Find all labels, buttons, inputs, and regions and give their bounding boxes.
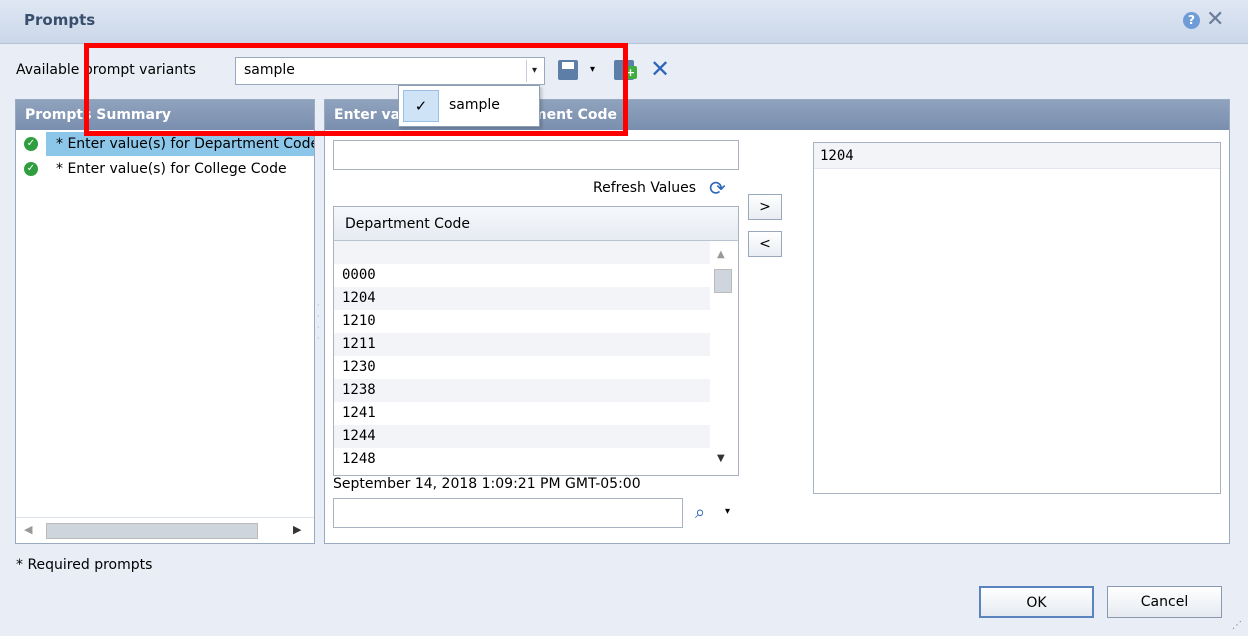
dialog-title: Prompts bbox=[24, 11, 96, 29]
list-item[interactable]: 1244 bbox=[334, 425, 710, 448]
scroll-thumb[interactable] bbox=[46, 523, 258, 539]
summary-item-label: * Enter value(s) for College Code bbox=[56, 161, 287, 177]
prompts-summary-panel: Prompts Summary ✓ * Enter value(s) for D… bbox=[15, 99, 315, 544]
delete-variant-icon[interactable]: ✕ bbox=[650, 55, 670, 83]
list-item[interactable]: 0000 bbox=[334, 264, 710, 287]
highlight-box bbox=[84, 43, 628, 136]
splitter-grip-icon[interactable]: · · · · bbox=[317, 300, 322, 344]
remove-value-button[interactable]: < bbox=[748, 231, 782, 257]
list-item[interactable]: 1241 bbox=[334, 402, 710, 425]
vertical-scrollbar[interactable]: ▲ ▼ bbox=[710, 241, 736, 475]
scroll-right-icon[interactable]: ▶ bbox=[293, 523, 301, 536]
refresh-icon[interactable]: ⟳ bbox=[709, 176, 726, 200]
resize-grip-icon[interactable]: ⋰ bbox=[1232, 620, 1242, 631]
last-refresh-timestamp: September 14, 2018 1:09:21 PM GMT-05:00 bbox=[333, 476, 641, 492]
list-item[interactable]: 1211 bbox=[334, 333, 710, 356]
title-bar bbox=[0, 0, 1248, 44]
value-entry-input[interactable] bbox=[333, 140, 739, 170]
add-value-button[interactable]: > bbox=[748, 194, 782, 220]
help-icon[interactable]: ? bbox=[1183, 12, 1200, 29]
refresh-values-link[interactable]: Refresh Values bbox=[593, 180, 696, 196]
cancel-button[interactable]: Cancel bbox=[1107, 586, 1222, 618]
department-code-list[interactable]: Department Code 0000 1204 1210 1211 1230… bbox=[333, 206, 739, 476]
search-values-input[interactable] bbox=[333, 498, 683, 528]
list-item[interactable] bbox=[334, 241, 710, 264]
scroll-down-icon[interactable]: ▼ bbox=[717, 453, 725, 464]
selected-value-item[interactable]: 1204 bbox=[814, 143, 1220, 169]
check-circle-icon: ✓ bbox=[24, 137, 38, 151]
list-item[interactable]: 1248 bbox=[334, 448, 710, 471]
selected-values-list[interactable]: 1204 bbox=[813, 142, 1221, 494]
summary-item-college-code[interactable]: ✓ * Enter value(s) for College Code bbox=[16, 157, 314, 181]
list-item[interactable]: 1204 bbox=[334, 287, 710, 310]
search-options-chevron-icon[interactable]: ▾ bbox=[725, 506, 730, 517]
list-item[interactable]: 1238 bbox=[334, 379, 710, 402]
scroll-thumb[interactable] bbox=[714, 269, 732, 293]
check-circle-icon: ✓ bbox=[24, 162, 38, 176]
close-icon[interactable]: ✕ bbox=[1206, 7, 1224, 32]
binoculars-search-icon[interactable]: ⌕ bbox=[695, 502, 705, 523]
ok-button[interactable]: OK bbox=[979, 586, 1094, 618]
required-prompts-note: * Required prompts bbox=[16, 557, 153, 573]
scroll-left-icon[interactable]: ◀ bbox=[24, 523, 32, 536]
department-code-column-header: Department Code bbox=[334, 207, 738, 241]
prompt-values-panel: Enter value(s) for Department Code Refre… bbox=[324, 99, 1230, 544]
scroll-up-icon[interactable]: ▲ bbox=[717, 249, 725, 260]
list-item[interactable]: 1210 bbox=[334, 310, 710, 333]
list-item[interactable]: 1230 bbox=[334, 356, 710, 379]
horizontal-scrollbar[interactable]: ◀ ▶ bbox=[16, 517, 314, 543]
